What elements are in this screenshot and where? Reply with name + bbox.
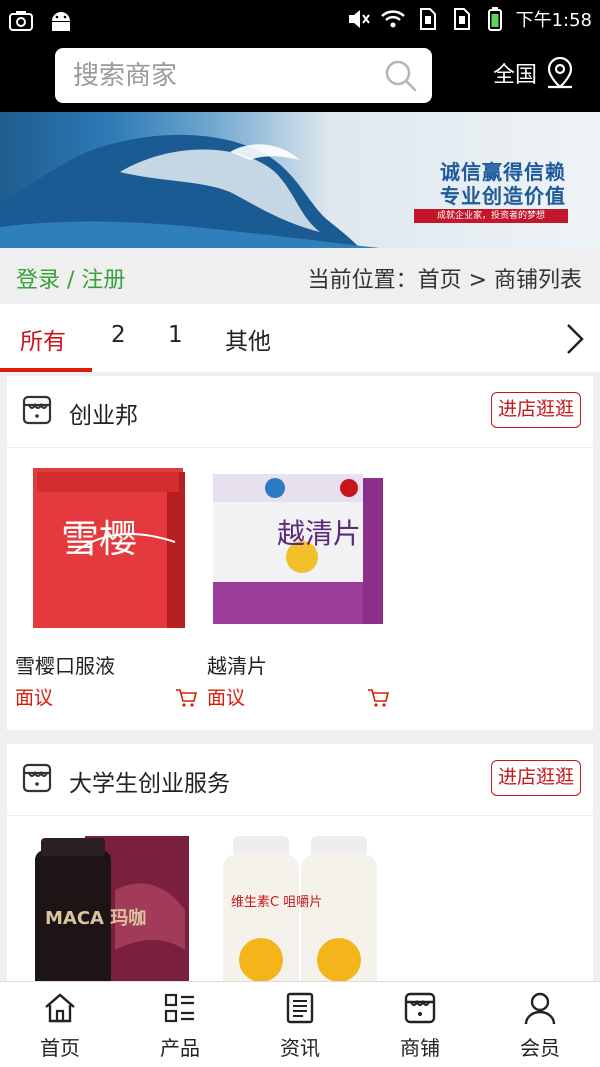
- nav-shops-label: 商铺: [400, 1036, 440, 1060]
- android-icon: [52, 12, 70, 31]
- shop-card: 大学生创业服务 进店逛逛 MACA 玛咖 维生素C 咀嚼片: [7, 744, 593, 984]
- product-item[interactable]: 越清片 越清片 面议: [207, 462, 389, 710]
- grid-list-icon: [164, 993, 194, 1023]
- product-image-text: 维生素C 咀嚼片: [231, 895, 323, 910]
- tab-all[interactable]: 所有: [20, 322, 66, 356]
- product-price: 面议: [15, 687, 54, 709]
- nav-home[interactable]: 首页: [0, 990, 120, 1061]
- store-icon: [22, 395, 52, 425]
- nav-shops[interactable]: 商铺: [360, 990, 480, 1061]
- product-image[interactable]: 维生素C 咀嚼片: [207, 830, 389, 984]
- product-image-text: MACA 玛咖: [45, 908, 147, 929]
- status-time: 下午1:58: [515, 10, 592, 31]
- search-icon[interactable]: [384, 59, 418, 93]
- shop-card: 创业邦 进店逛逛 雪樱 雪樱口服液 面议 越清片 越清片 面议: [7, 376, 593, 730]
- search-input[interactable]: [73, 58, 373, 94]
- wifi-icon: [380, 10, 405, 28]
- nav-member[interactable]: 会员: [480, 990, 600, 1061]
- cart-icon[interactable]: [367, 688, 389, 708]
- store-icon: [22, 763, 52, 793]
- breadcrumb: 当前位置：首页 > 商铺列表: [307, 268, 582, 293]
- banner-headline-2: 专业创造价值: [440, 184, 566, 208]
- promo-banner[interactable]: 诚信赢得信赖 专业创造价值 成就企业家，投资者的梦想: [0, 112, 600, 248]
- shop-name[interactable]: 创业邦: [69, 396, 138, 430]
- product-image-text: 越清片: [277, 517, 362, 550]
- nav-home-label: 首页: [40, 1036, 80, 1060]
- mute-icon: [348, 10, 370, 28]
- region-selector[interactable]: 全国: [493, 56, 575, 90]
- category-tabs: 所有 2 1 其他: [0, 304, 600, 372]
- product-price: 面议: [207, 687, 246, 709]
- chevron-right-icon[interactable]: [564, 322, 586, 356]
- product-image[interactable]: MACA 玛咖: [15, 830, 197, 984]
- shop-name[interactable]: 大学生创业服务: [69, 764, 230, 798]
- nav-member-label: 会员: [520, 1036, 560, 1060]
- region-label: 全国: [493, 63, 538, 88]
- sim1-icon: [419, 8, 436, 30]
- product-image-text: 雪樱: [61, 517, 138, 561]
- enter-shop-button[interactable]: 进店逛逛: [490, 760, 581, 796]
- product-image[interactable]: 越清片: [207, 462, 389, 642]
- tab-2[interactable]: 2: [111, 322, 126, 348]
- product-name[interactable]: 越清片: [207, 650, 389, 679]
- news-icon: [286, 992, 314, 1024]
- tab-1[interactable]: 1: [168, 322, 183, 348]
- search-box[interactable]: [55, 48, 432, 103]
- product-item[interactable]: MACA 玛咖: [15, 830, 197, 984]
- store-icon: [404, 992, 436, 1024]
- home-icon: [45, 993, 75, 1023]
- shop-card-header: 创业邦 进店逛逛: [7, 376, 593, 448]
- cart-icon[interactable]: [175, 688, 197, 708]
- product-item[interactable]: 雪樱 雪樱口服液 面议: [15, 462, 197, 710]
- active-tab-indicator: [0, 368, 92, 372]
- shop-card-header: 大学生创业服务 进店逛逛: [7, 744, 593, 816]
- product-item[interactable]: 维生素C 咀嚼片: [207, 830, 389, 984]
- login-register-link[interactable]: 登录 / 注册: [16, 262, 125, 294]
- info-bar: 登录 / 注册 当前位置：首页 > 商铺列表: [0, 248, 600, 304]
- product-name[interactable]: 雪樱口服液: [15, 650, 197, 679]
- camera-icon: [9, 11, 33, 31]
- nav-products-label: 产品: [160, 1036, 200, 1060]
- status-bar: 下午1:58: [0, 0, 600, 42]
- header: 全国: [0, 42, 600, 112]
- nav-news[interactable]: 资讯: [240, 990, 360, 1061]
- banner-tagline: 成就企业家，投资者的梦想: [414, 209, 568, 223]
- tab-other[interactable]: 其他: [225, 322, 271, 356]
- battery-icon: [487, 7, 502, 31]
- product-image[interactable]: 雪樱: [15, 462, 197, 642]
- sim2-icon: [453, 8, 470, 30]
- nav-news-label: 资讯: [280, 1036, 320, 1060]
- location-pin-icon: [547, 56, 573, 89]
- nav-products[interactable]: 产品: [120, 990, 240, 1061]
- bottom-navigation: 首页 产品 资讯 商铺 会员: [0, 981, 600, 1067]
- user-icon: [524, 992, 556, 1025]
- enter-shop-button[interactable]: 进店逛逛: [490, 392, 581, 428]
